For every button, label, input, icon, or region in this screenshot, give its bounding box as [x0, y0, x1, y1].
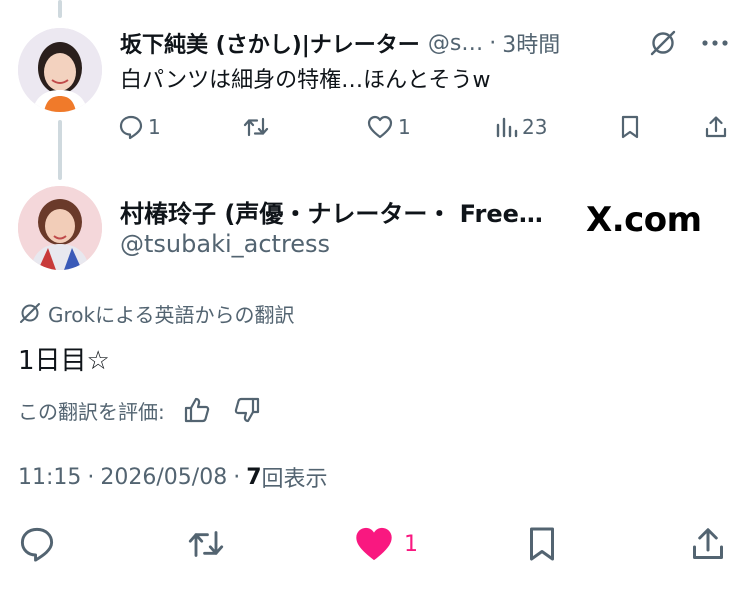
bookmark-icon — [530, 527, 554, 561]
post-text: 1日目☆ — [18, 346, 110, 376]
post-time[interactable]: 11:15 — [18, 465, 81, 490]
views-bars-icon — [496, 117, 518, 138]
bookmark-icon — [621, 115, 639, 139]
reply-bookmark-button[interactable] — [618, 110, 642, 144]
post-avatar[interactable] — [18, 186, 102, 270]
thread-line-top — [58, 0, 62, 18]
post-display-name[interactable]: 村椿玲子 (声優・ナレーター・ Free… — [120, 194, 543, 229]
share-upload-icon — [705, 116, 727, 138]
reply-bubble-icon — [119, 115, 143, 140]
thumbs-down-icon — [234, 397, 259, 423]
reply-share-button[interactable] — [704, 110, 728, 144]
thumbs-down-button[interactable] — [229, 393, 265, 427]
post-bookmark-button[interactable] — [524, 522, 560, 566]
thumbs-up-icon — [184, 397, 209, 423]
x-com-watermark-text: X.com — [586, 200, 702, 240]
rate-translation-row: この翻訳を評価: — [18, 393, 265, 427]
share-upload-icon — [693, 528, 723, 559]
post-like-count: 1 — [404, 531, 418, 557]
meta-separator-2: · — [233, 464, 241, 490]
reply-views-count: 23 — [522, 115, 548, 139]
repost-arrows-icon — [243, 117, 269, 137]
post-meta: 11:15 · 2026/05/08 · 7 回表示 — [18, 460, 328, 494]
thread-line-bottom — [58, 120, 62, 180]
reply-handle[interactable]: @s… — [428, 31, 483, 56]
reply-text: 白パンツは細身の特権…ほんとそうw — [120, 68, 491, 93]
post-reply-button[interactable] — [18, 522, 56, 566]
grok-slash-icon[interactable] — [643, 26, 683, 60]
translation-note-text: Grokによる英語からの翻訳 — [48, 302, 295, 327]
heart-icon — [367, 115, 393, 139]
x-com-watermark: X.com — [586, 196, 726, 244]
grok-slash-icon — [20, 303, 40, 323]
reply-views-button[interactable]: 23 — [494, 110, 547, 144]
thumbs-up-button[interactable] — [179, 393, 215, 427]
post-handle[interactable]: @tsubaki_actress — [120, 230, 330, 258]
meta-separator: · — [87, 464, 95, 490]
rate-translation-label: この翻訳を評価: — [18, 399, 165, 424]
reply-reply-count: 1 — [148, 115, 161, 139]
reply-display-name[interactable]: 坂下純美 (さかし)|ナレーター — [120, 27, 420, 59]
repost-arrows-icon — [188, 531, 224, 557]
reply-avatar[interactable] — [18, 28, 102, 112]
reply-like-button[interactable]: 1 — [366, 110, 411, 144]
reply-reply-button[interactable]: 1 — [118, 110, 161, 144]
more-dots-icon[interactable] — [695, 26, 735, 60]
reply-like-count: 1 — [398, 115, 411, 139]
post-repost-button[interactable] — [186, 522, 226, 566]
heart-icon — [356, 527, 392, 561]
post-views-label: 回表示 — [261, 467, 328, 492]
translation-note[interactable]: Grokによる英語からの翻訳 — [18, 298, 295, 328]
post-views-count: 7 — [246, 464, 262, 490]
reply-separator: · — [489, 30, 497, 56]
post-date[interactable]: 2026/05/08 — [100, 465, 227, 490]
reply-timestamp[interactable]: 3時間 — [502, 27, 560, 59]
reply-bubble-icon — [20, 527, 54, 562]
post-like-button[interactable]: 1 — [352, 522, 418, 566]
post-share-button[interactable] — [690, 522, 726, 566]
reply-repost-button[interactable] — [242, 110, 274, 144]
